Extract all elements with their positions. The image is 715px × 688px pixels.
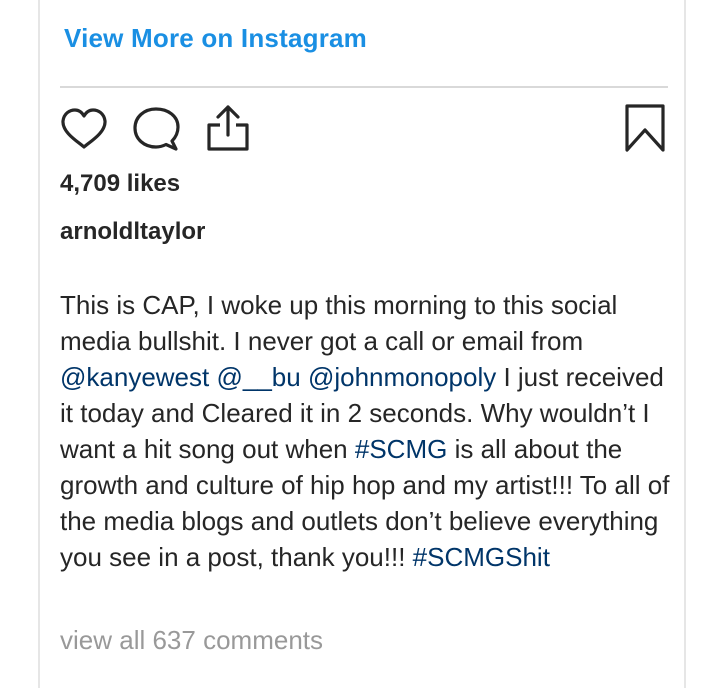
mention-johnmonopoly[interactable]: @johnmonopoly (308, 362, 496, 392)
post-caption: This is CAP, I woke up this morning to t… (60, 287, 672, 575)
bookmark-icon[interactable] (624, 103, 666, 153)
hashtag-scmg[interactable]: #SCMG (355, 434, 447, 464)
view-all-comments-link[interactable]: view all 637 comments (60, 625, 323, 656)
comment-icon[interactable] (132, 106, 180, 152)
share-icon[interactable] (204, 103, 252, 153)
instagram-embed-card: View More on Instagram 4,709 likes arnol… (38, 0, 686, 688)
view-more-link[interactable]: View More on Instagram (64, 23, 367, 54)
hashtag-scmgshit[interactable]: #SCMGShit (413, 542, 550, 572)
divider (60, 86, 668, 88)
likes-count[interactable]: 4,709 likes (60, 170, 180, 198)
post-username[interactable]: arnoldltaylor (60, 218, 205, 246)
caption-text (301, 362, 308, 392)
action-bar (60, 103, 668, 155)
mention-bu[interactable]: @__bu (216, 362, 300, 392)
heart-icon[interactable] (60, 107, 108, 151)
caption-text: This is CAP, I woke up this morning to t… (60, 290, 618, 356)
mention-kanyewest[interactable]: @kanyewest (60, 362, 209, 392)
